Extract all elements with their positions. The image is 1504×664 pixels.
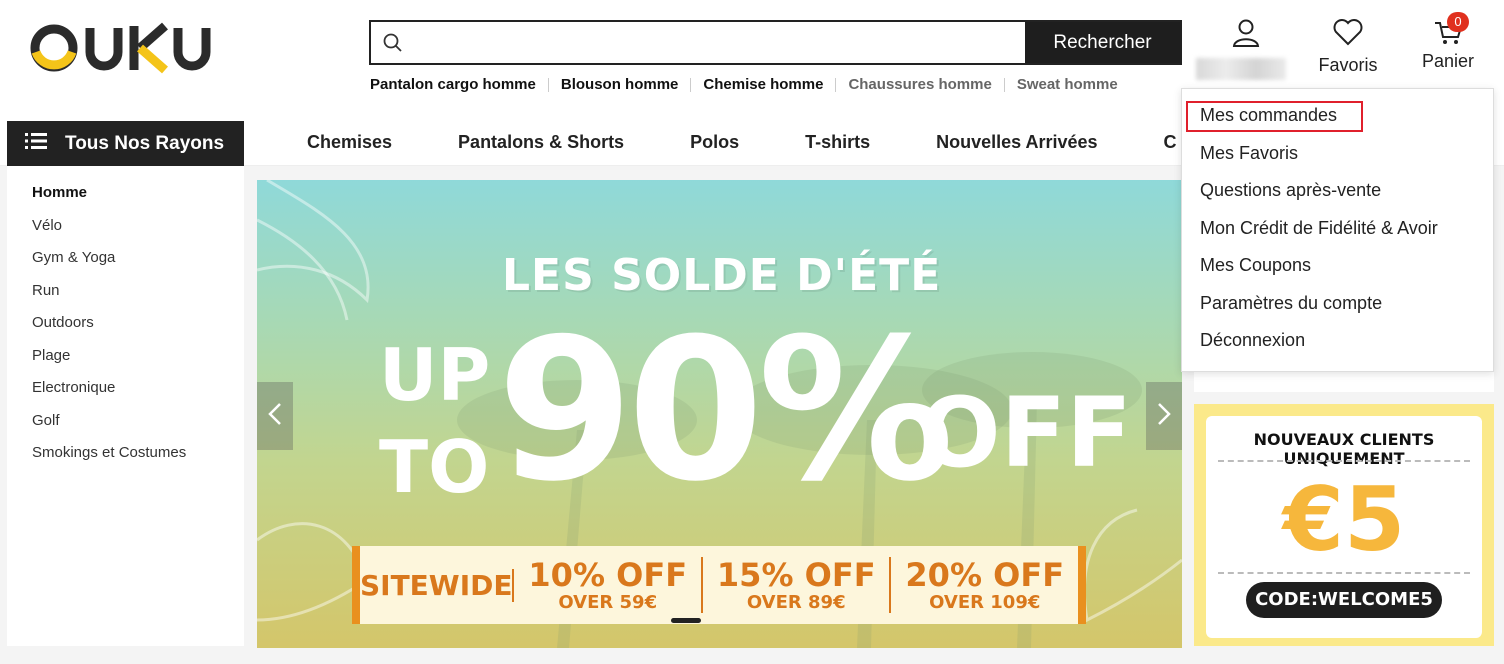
hot-searches: Pantalon cargo homme Blouson homme Chemi…	[370, 76, 1118, 93]
favorites-label: Favoris	[1318, 55, 1378, 75]
promo-tier-threshold: OVER 89€	[746, 592, 846, 613]
coupon-card: NOUVEAUX CLIENTS UNIQUEMENT €5 CODE:WELC…	[1206, 416, 1482, 638]
hot-search-link[interactable]: Sweat homme	[1017, 76, 1118, 93]
search-bar: Rechercher	[369, 20, 1182, 65]
divider	[690, 77, 692, 92]
sidebar-item-golf[interactable]: Golf	[7, 412, 244, 445]
hero-banner[interactable]: LES SOLDE D'ÉTÉ UP TO 90% OFF SITEWIDE 1…	[257, 180, 1182, 648]
sidebar-item-smokings[interactable]: Smokings et Costumes	[7, 444, 244, 477]
sidebar-item-plage[interactable]: Plage	[7, 347, 244, 380]
sidebar-item-outdoors[interactable]: Outdoors	[7, 314, 244, 347]
banner-up-text: UP	[379, 333, 491, 417]
category-nav: Chemises Pantalons & Shorts Polos T-shir…	[307, 132, 1243, 153]
menu-item-mes-commandes[interactable]: Mes commandes	[1200, 105, 1337, 126]
banner-to-text: TO	[379, 425, 490, 509]
account-dropdown: Mes commandes Mes Favoris Questions aprè…	[1181, 88, 1494, 372]
hot-search-link[interactable]: Blouson homme	[561, 76, 679, 93]
divider	[1218, 460, 1470, 462]
menu-item-credit-fidelite[interactable]: Mon Crédit de Fidélité & Avoir	[1200, 218, 1438, 239]
carousel-indicator[interactable]	[671, 618, 701, 623]
cart-count-badge: 0	[1447, 12, 1469, 32]
nav-link-truncated[interactable]: C	[1164, 132, 1177, 153]
menu-item-deconnexion[interactable]: Déconnexion	[1200, 330, 1305, 351]
menu-item-mes-favoris[interactable]: Mes Favoris	[1200, 143, 1298, 164]
banner-prev-button[interactable]	[257, 382, 293, 450]
promo-sitewide: SITEWIDE	[360, 568, 515, 602]
promo-tier-threshold: OVER 59€	[558, 592, 658, 613]
promo-tiers: SITEWIDE 10% OFF OVER 59€ 15% OFF OVER 8…	[352, 546, 1086, 624]
banner-title: LES SOLDE D'ÉTÉ	[502, 250, 942, 301]
nav-link-polos[interactable]: Polos	[690, 132, 739, 153]
user-icon	[1231, 18, 1261, 53]
cart-label: Panier	[1421, 51, 1475, 71]
promo-tier: 20% OFF OVER 109€	[891, 557, 1078, 613]
coupon-heading: NOUVEAUX CLIENTS UNIQUEMENT	[1253, 430, 1435, 468]
favorites-button[interactable]: Favoris	[1312, 18, 1384, 76]
hot-search-link[interactable]: Pantalon cargo homme	[370, 76, 536, 93]
ouku-logo[interactable]	[30, 22, 220, 74]
promo-tier-discount: 15% OFF	[716, 556, 876, 594]
search-button[interactable]: Rechercher	[1025, 22, 1180, 63]
all-categories-label: Tous Nos Rayons	[65, 132, 225, 154]
sidebar-item-electronique[interactable]: Electronique	[7, 379, 244, 412]
heart-icon	[1333, 19, 1363, 50]
coupon-code: CODE:WELCOME5	[1246, 582, 1442, 618]
welcome-coupon[interactable]: NOUVEAUX CLIENTS UNIQUEMENT €5 CODE:WELC…	[1194, 404, 1494, 646]
blurred-username	[1196, 58, 1286, 80]
sidebar-item-run[interactable]: Run	[7, 282, 244, 315]
sidebar-item-gym-yoga[interactable]: Gym & Yoga	[7, 249, 244, 282]
menu-item-mes-coupons[interactable]: Mes Coupons	[1200, 255, 1311, 276]
category-sidebar: Homme Vélo Gym & Yoga Run Outdoors Plage…	[7, 166, 244, 646]
promo-tier: 15% OFF OVER 89€	[703, 557, 892, 613]
hot-search-link[interactable]: Chaussures homme	[848, 76, 991, 93]
account-button[interactable]	[1196, 18, 1286, 82]
promo-tier-discount: 10% OFF	[528, 556, 688, 594]
nav-link-pantalons[interactable]: Pantalons & Shorts	[458, 132, 624, 153]
promo-tier-discount: 20% OFF	[905, 556, 1065, 594]
search-icon	[371, 22, 415, 63]
divider	[1218, 572, 1470, 574]
chevron-left-icon	[268, 402, 282, 431]
divider	[835, 77, 837, 92]
menu-item-parametres-compte[interactable]: Paramètres du compte	[1200, 293, 1382, 314]
nav-link-nouvelles-arrivees[interactable]: Nouvelles Arrivées	[936, 132, 1097, 153]
search-input[interactable]	[415, 22, 1025, 63]
menu-icon	[25, 132, 47, 155]
menu-item-questions-apres-vente[interactable]: Questions après-vente	[1200, 180, 1381, 201]
nav-link-chemises[interactable]: Chemises	[307, 132, 392, 153]
divider	[1003, 77, 1005, 92]
divider	[547, 77, 549, 92]
sidebar-item-velo[interactable]: Vélo	[7, 217, 244, 250]
hot-search-link[interactable]: Chemise homme	[703, 76, 823, 93]
promo-tier-threshold: OVER 109€	[929, 592, 1041, 613]
promo-tier: 10% OFF OVER 59€	[514, 557, 703, 613]
coupon-value: €5	[1282, 468, 1406, 571]
banner-off-text: OFF	[919, 377, 1132, 489]
nav-link-tshirts[interactable]: T-shirts	[805, 132, 870, 153]
chevron-right-icon	[1157, 402, 1171, 431]
banner-next-button[interactable]	[1146, 382, 1182, 450]
sidebar-item-homme[interactable]: Homme	[7, 184, 244, 217]
cart-button[interactable]: 0 Panier	[1412, 12, 1484, 72]
banner-discount-value: 90%	[497, 297, 954, 525]
all-categories-button[interactable]: Tous Nos Rayons	[7, 121, 244, 166]
